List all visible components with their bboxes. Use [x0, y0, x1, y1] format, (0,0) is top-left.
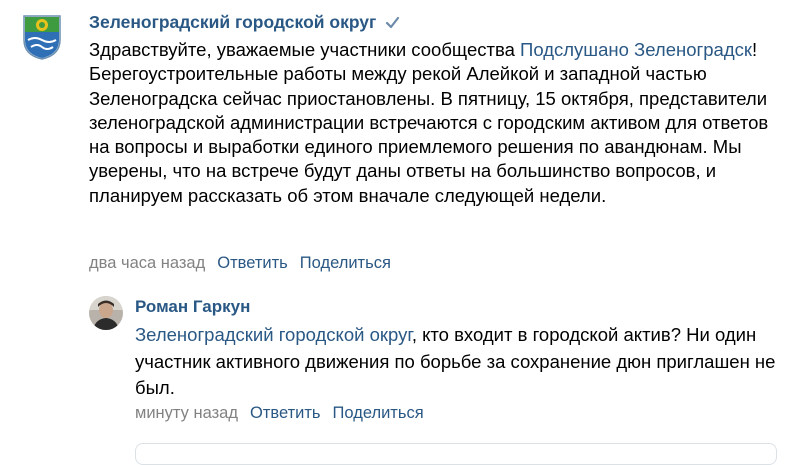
reply-text: Зеленоградский городской округ, кто вход… — [135, 322, 785, 402]
post-reply-button[interactable]: Ответить — [217, 254, 288, 273]
reply-author-avatar[interactable] — [89, 296, 123, 330]
post-time[interactable]: два часа назад — [89, 254, 205, 273]
reply-reply-button[interactable]: Ответить — [250, 404, 321, 423]
post-text-body: ! Берегоустроительные работы между рекой… — [89, 39, 769, 206]
reply-author-name[interactable]: Роман Гаркун — [135, 297, 250, 317]
post-text-intro: Здравствуйте, уважаемые участники сообще… — [89, 39, 521, 60]
group-avatar-coat-of-arms[interactable] — [22, 14, 62, 60]
post-text: Здравствуйте, уважаемые участники сообще… — [89, 38, 789, 208]
comment-input-box[interactable] — [135, 443, 777, 465]
post-meta: два часа назад Ответить Поделиться — [89, 254, 391, 273]
reply-share-button[interactable]: Поделиться — [333, 404, 424, 423]
reply-time[interactable]: минуту назад — [135, 404, 238, 423]
post-author[interactable]: Зеленоградский городской округ — [89, 12, 401, 33]
community-mention-link[interactable]: Подслушано Зеленоградск — [520, 39, 752, 60]
reply-meta: минуту назад Ответить Поделиться — [135, 404, 424, 423]
checkmark-icon — [384, 14, 401, 31]
reply-mention-link[interactable]: Зеленоградский городской округ — [135, 324, 412, 345]
post-share-button[interactable]: Поделиться — [300, 254, 391, 273]
post-author-name[interactable]: Зеленоградский городской округ — [89, 12, 376, 33]
